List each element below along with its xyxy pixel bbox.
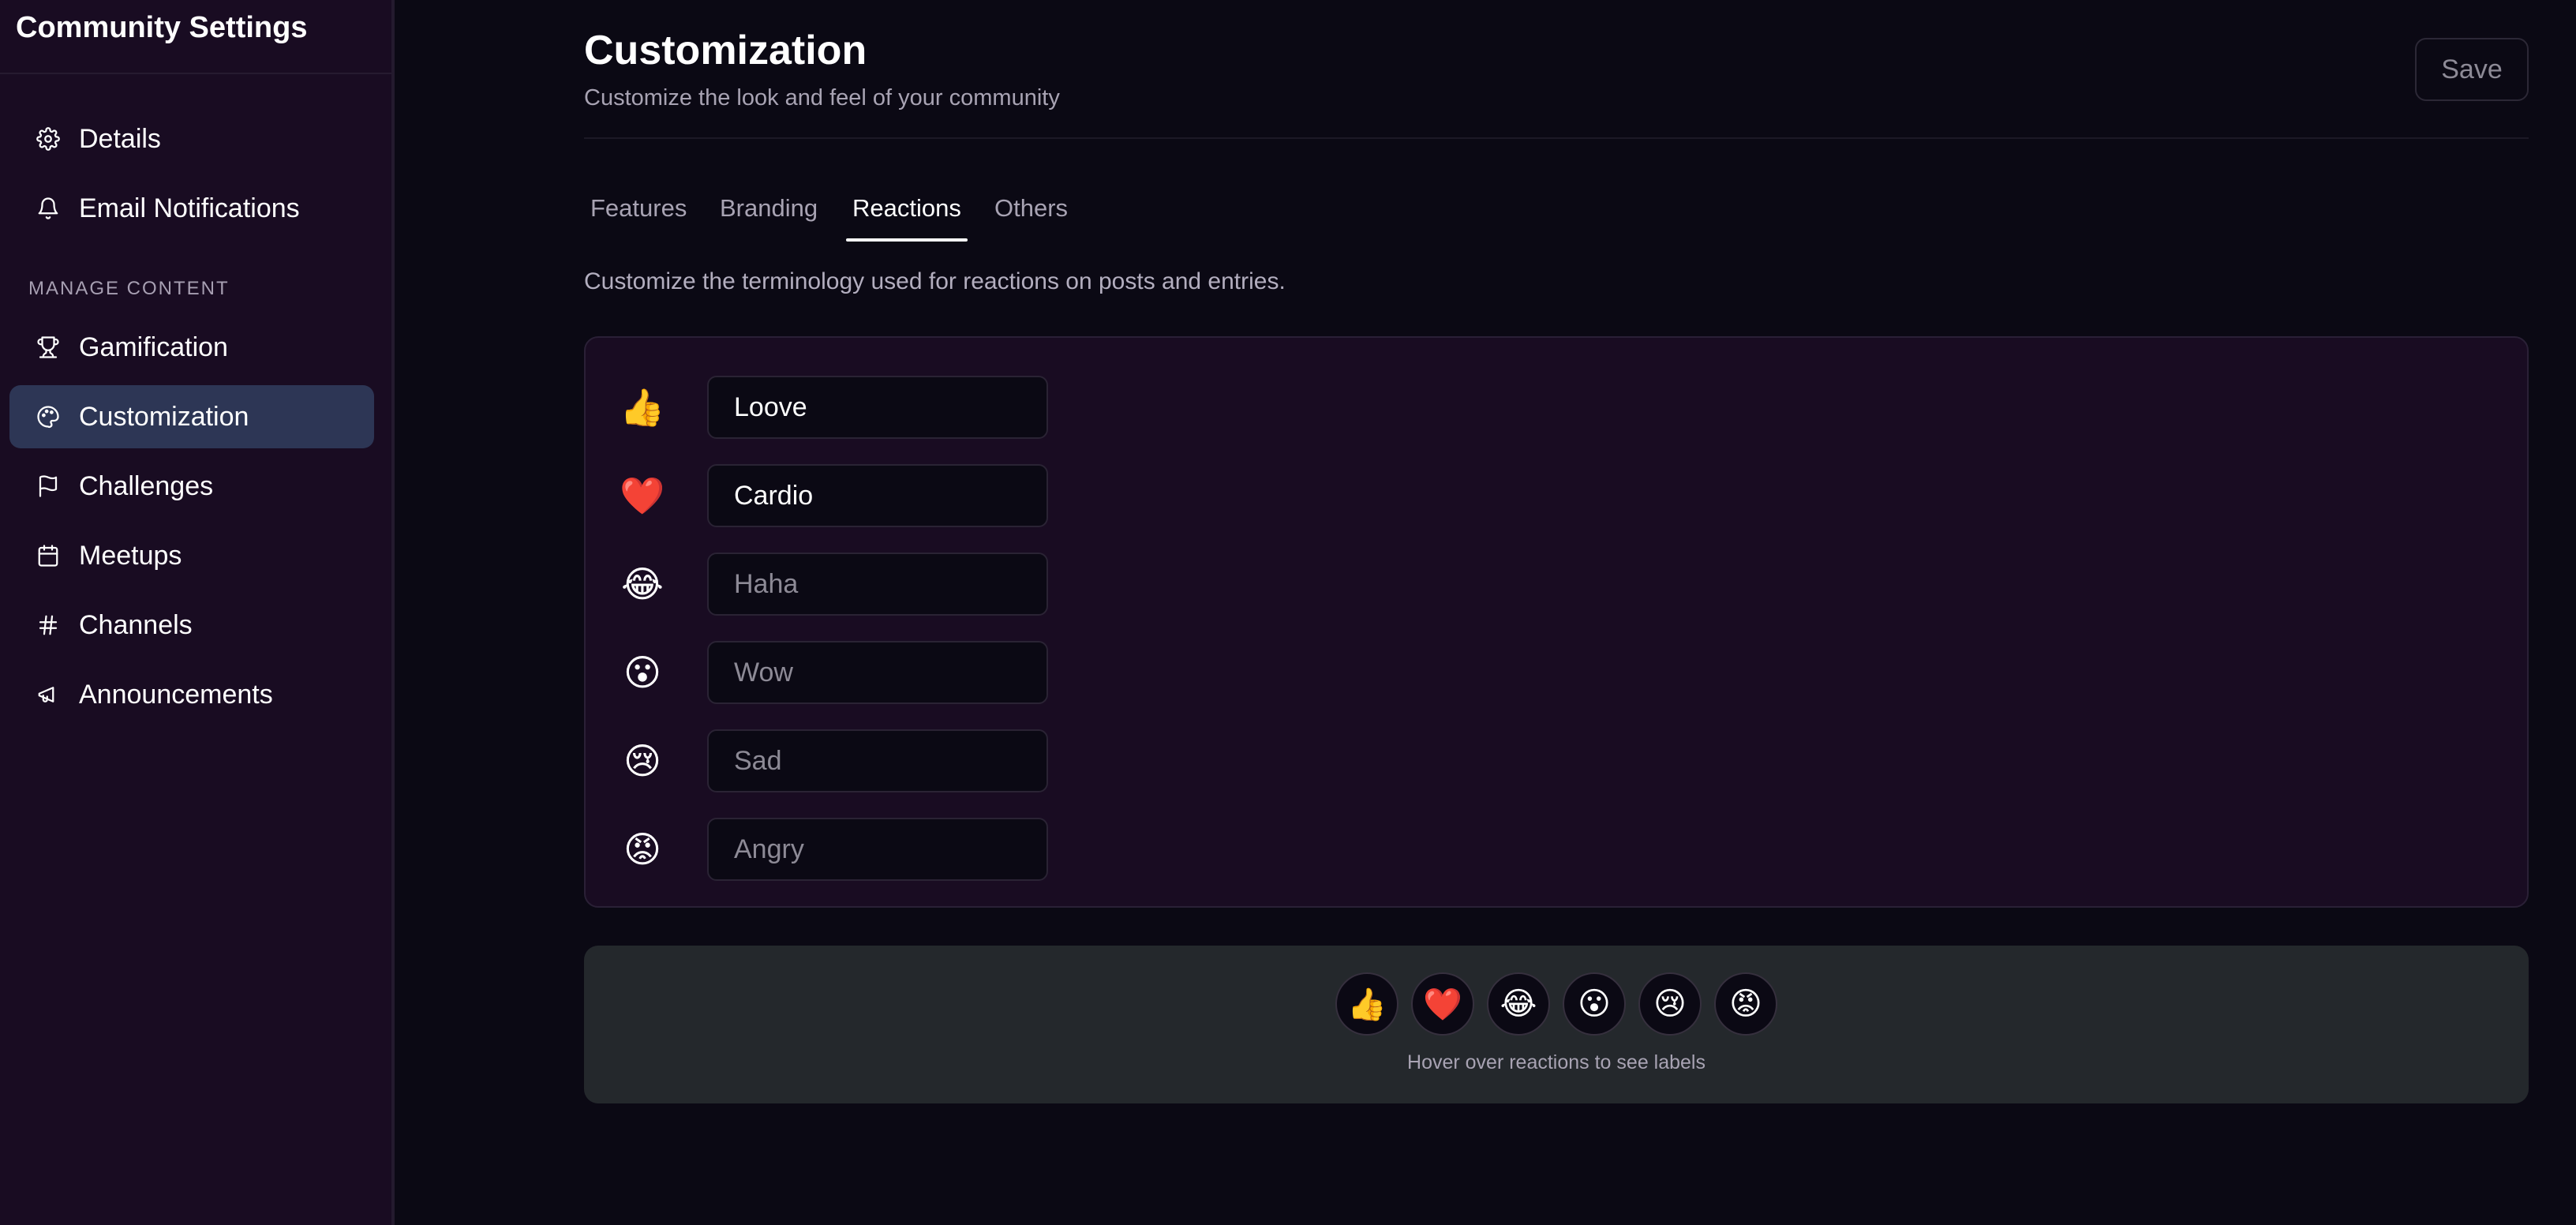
sidebar-item-email-notifications[interactable]: Email Notifications <box>9 177 374 240</box>
sidebar-item-details[interactable]: Details <box>9 107 374 170</box>
crying-icon: 😢 <box>623 740 661 782</box>
sidebar-title: Community Settings <box>16 11 308 44</box>
reaction-label-input-wow[interactable] <box>707 641 1048 704</box>
palette-icon <box>35 403 62 430</box>
trophy-icon <box>35 334 62 361</box>
sidebar-item-challenges[interactable]: Challenges <box>9 455 374 518</box>
preview-hint: Hover over reactions to see labels <box>1407 1051 1705 1073</box>
sidebar-item-label: Details <box>79 123 161 154</box>
sidebar-item-channels[interactable]: Channels <box>9 594 374 657</box>
preview-angry-icon[interactable]: 😡 <box>1714 972 1777 1036</box>
preview-surprised-icon[interactable]: 😮 <box>1563 972 1626 1036</box>
tab-reactions[interactable]: Reactions <box>846 186 968 242</box>
sidebar-item-label: Email Notifications <box>79 193 300 223</box>
reaction-row: 😮 <box>620 641 1048 704</box>
reaction-row: 😢 <box>620 729 1048 792</box>
gear-icon <box>35 125 62 152</box>
calendar-icon <box>35 542 62 569</box>
sidebar-item-announcements[interactable]: Announcements <box>9 663 374 726</box>
reaction-label-input-sad[interactable] <box>707 729 1048 792</box>
reaction-row: 👍 <box>620 376 1048 439</box>
reaction-label-input-angry[interactable] <box>707 818 1048 881</box>
section-label-manage-content: MANAGE CONTENT <box>28 278 230 299</box>
preview-emoji-list: 👍 ❤️ 😂 😮 😢 😡 <box>584 972 2529 1036</box>
reactions-card: 👍 ❤️ 😂 😮 😢 😡 <box>584 336 2529 908</box>
sidebar-item-gamification[interactable]: Gamification <box>9 316 374 379</box>
save-button[interactable]: Save <box>2415 38 2529 101</box>
preview-crying-icon[interactable]: 😢 <box>1638 972 1702 1036</box>
sidebar-item-customization[interactable]: Customization <box>9 385 374 448</box>
hash-icon <box>35 612 62 639</box>
preview-laughing-icon[interactable]: 😂 <box>1487 972 1550 1036</box>
flag-icon <box>35 473 62 500</box>
preview-heart-icon[interactable]: ❤️ <box>1411 972 1474 1036</box>
reactions-preview: 👍 ❤️ 😂 😮 😢 😡 Hover over reactions to see… <box>584 946 2529 1103</box>
angry-icon: 😡 <box>623 828 661 871</box>
preview-thumbs-up-icon[interactable]: 👍 <box>1335 972 1398 1036</box>
header-divider <box>584 137 2529 139</box>
sidebar: Community Settings Details Email Notific… <box>0 0 395 1225</box>
laughing-icon: 😂 <box>621 563 664 605</box>
sidebar-item-label: Announcements <box>79 679 273 710</box>
bell-icon <box>35 195 62 222</box>
sidebar-item-label: Customization <box>79 401 249 432</box>
reaction-label-input-like[interactable] <box>707 376 1048 439</box>
tab-others[interactable]: Others <box>988 186 1074 242</box>
page-title: Customization <box>584 28 867 73</box>
reaction-row: ❤️ <box>620 464 1048 527</box>
reaction-label-input-haha[interactable] <box>707 553 1048 616</box>
sidebar-item-label: Channels <box>79 609 193 640</box>
sidebar-item-label: Meetups <box>79 540 182 571</box>
heart-icon: ❤️ <box>620 474 665 517</box>
sidebar-item-label: Challenges <box>79 470 214 501</box>
sidebar-divider <box>0 73 391 74</box>
reaction-row: 😡 <box>620 818 1048 881</box>
megaphone-icon <box>35 681 62 708</box>
thumbs-up-icon: 👍 <box>620 385 665 429</box>
reactions-description: Customize the terminology used for react… <box>584 268 1286 294</box>
reaction-row: 😂 <box>620 553 1048 616</box>
tab-branding[interactable]: Branding <box>713 186 824 242</box>
surprised-icon: 😮 <box>623 651 661 694</box>
app-root: Community Settings Details Email Notific… <box>0 0 2576 1225</box>
page-subtitle: Customize the look and feel of your comm… <box>584 85 1060 111</box>
tab-features[interactable]: Features <box>584 186 693 242</box>
sidebar-item-label: Gamification <box>79 332 228 362</box>
sidebar-item-meetups[interactable]: Meetups <box>9 524 374 587</box>
reaction-label-input-love[interactable] <box>707 464 1048 527</box>
